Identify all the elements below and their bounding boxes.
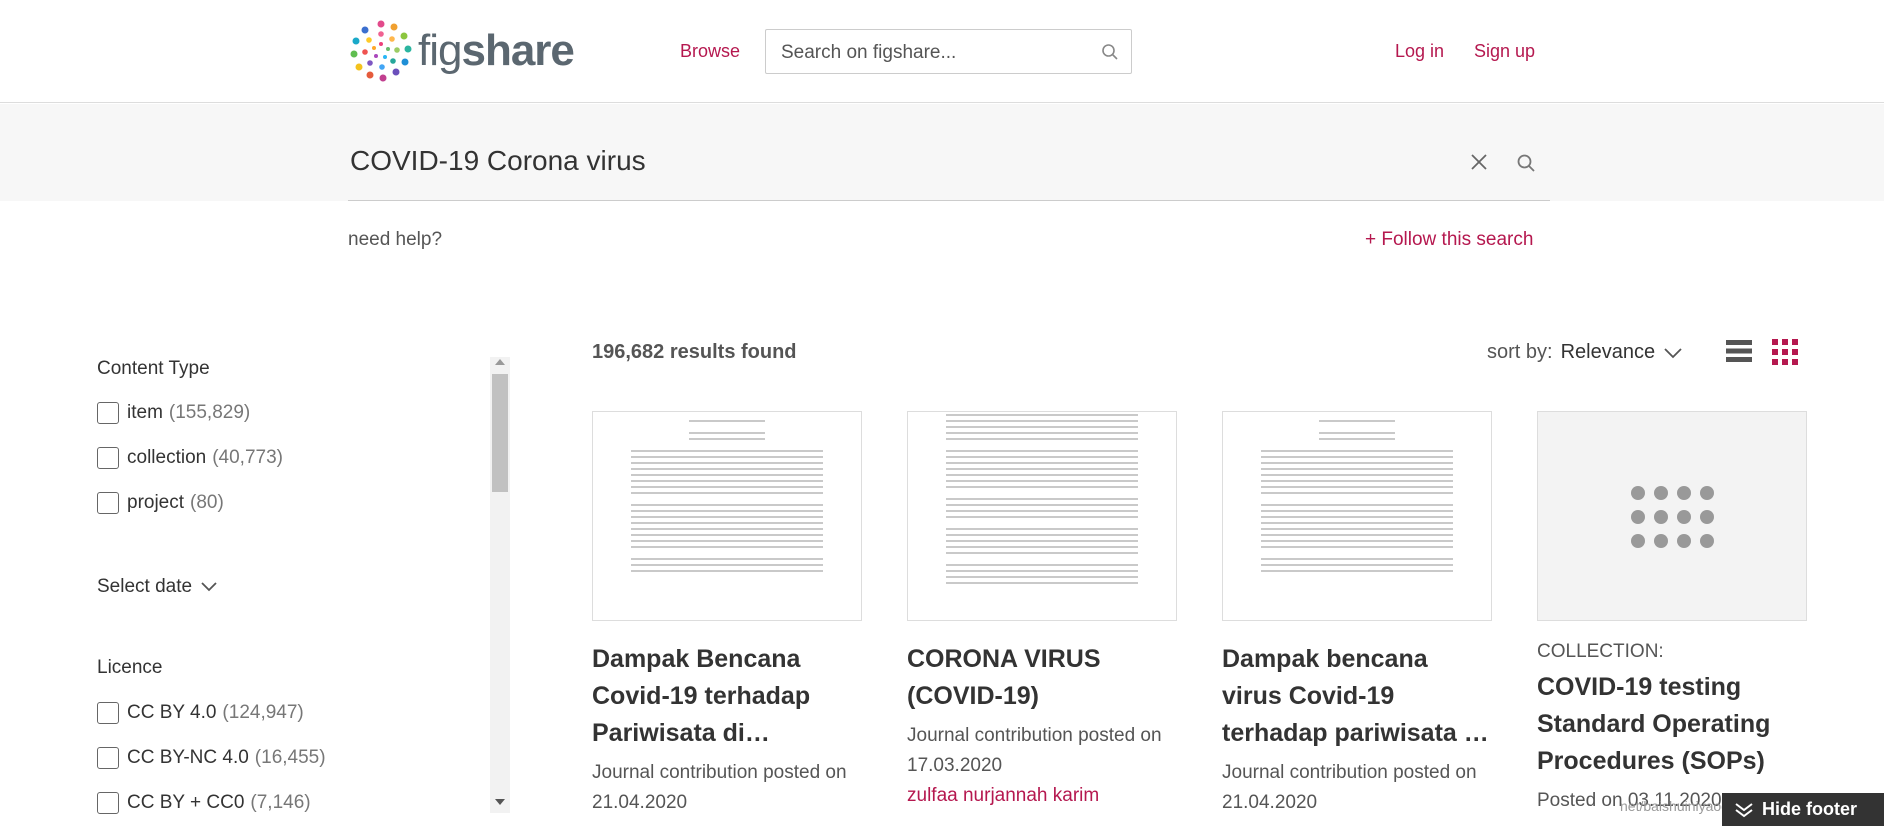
checkbox[interactable] <box>97 402 119 424</box>
result-card[interactable]: Dampak bencana virus Covid-19 terhadap p… <box>1222 411 1492 818</box>
results-count: 196,682 results found <box>592 341 797 363</box>
card-thumbnail[interactable] <box>1222 411 1492 621</box>
figshare-logo-icon <box>350 20 412 82</box>
checkbox[interactable] <box>97 702 119 724</box>
card-type-label: COLLECTION: <box>1537 641 1664 662</box>
collection-icon <box>1631 486 1714 548</box>
search-underline <box>348 200 1550 201</box>
checkbox[interactable] <box>97 747 119 769</box>
filter-cc-by-nc-4[interactable]: CC BY-NC 4.0 (16,455) <box>97 746 326 770</box>
scroll-up-arrow-icon[interactable] <box>495 359 505 365</box>
search-query-input[interactable]: COVID-19 Corona virus <box>350 145 646 177</box>
select-date-label: Select date <box>97 576 193 597</box>
browse-link[interactable]: Browse <box>680 41 740 62</box>
scrollbar-thumb[interactable] <box>492 374 508 492</box>
checkbox[interactable] <box>97 492 119 514</box>
checkbox[interactable] <box>97 792 119 814</box>
top-header: figshare Browse Search on figshare... Lo… <box>0 0 1884 103</box>
figshare-logo[interactable]: figshare <box>348 18 575 84</box>
search-placeholder: Search on figshare... <box>781 42 957 63</box>
double-chevron-down-icon <box>1735 802 1753 817</box>
sort-value: Relevance <box>1560 341 1656 363</box>
clear-icon[interactable] <box>1470 153 1488 176</box>
card-thumbnail[interactable] <box>592 411 862 621</box>
document-preview <box>1261 420 1453 620</box>
login-link[interactable]: Log in <box>1395 41 1444 62</box>
licence-title: Licence <box>97 657 163 678</box>
card-meta: Journal contribution posted on 21.04.202… <box>592 762 847 813</box>
hide-footer-label: Hide footer <box>1762 799 1858 819</box>
document-preview <box>631 420 823 620</box>
card-thumbnail[interactable] <box>907 411 1177 621</box>
document-preview <box>946 414 1138 620</box>
filter-cc-by-4[interactable]: CC BY 4.0 (124,947) <box>97 701 304 725</box>
header-search-input[interactable]: Search on figshare... <box>765 29 1132 74</box>
card-title[interactable]: Dampak bencana virus Covid-19 terhadap p… <box>1222 641 1492 752</box>
card-author-link[interactable]: zulfaa nurjannah karim <box>907 781 1177 811</box>
filter-count: (124,947) <box>222 702 304 723</box>
card-meta: Journal contribution posted on 21.04.202… <box>1222 762 1477 813</box>
result-card[interactable]: Dampak Bencana Covid-19 terhadap Pariwis… <box>592 411 862 818</box>
sort-label: sort by: <box>1487 341 1553 363</box>
scroll-down-arrow-icon[interactable] <box>495 799 505 805</box>
signup-link[interactable]: Sign up <box>1474 41 1535 62</box>
filter-label: project <box>127 492 185 513</box>
logo-wordmark: figshare <box>418 26 575 76</box>
card-title[interactable]: COVID-19 testing Standard Operating Proc… <box>1537 669 1807 780</box>
select-date-dropdown[interactable]: Select date <box>97 576 218 598</box>
card-thumbnail[interactable] <box>1537 411 1807 621</box>
card-meta: Journal contribution posted on 17.03.202… <box>907 725 1162 776</box>
filter-label: CC BY + CC0 <box>127 792 245 813</box>
checkbox[interactable] <box>97 447 119 469</box>
filter-count: (155,829) <box>168 402 251 423</box>
search-icon[interactable] <box>1101 43 1119 66</box>
sort-dropdown[interactable]: sort by: Relevance <box>1487 341 1683 364</box>
filter-count: (7,146) <box>250 792 311 813</box>
filter-count: (16,455) <box>254 747 326 768</box>
filter-label: item <box>127 402 163 423</box>
search-band <box>0 104 1884 201</box>
list-view-icon[interactable] <box>1726 339 1752 368</box>
filter-label: CC BY-NC 4.0 <box>127 747 249 768</box>
filter-item[interactable]: item (155,829) <box>97 401 250 425</box>
help-link[interactable]: need help? <box>348 229 442 251</box>
result-card[interactable]: CORONA VIRUS (COVID-19) Journal contribu… <box>907 411 1177 811</box>
content-type-title: Content Type <box>97 358 210 379</box>
card-title[interactable]: Dampak Bencana Covid-19 terhadap Pariwis… <box>592 641 862 752</box>
filter-cc-by-cc0[interactable]: CC BY + CC0 (7,146) <box>97 791 311 815</box>
card-title[interactable]: CORONA VIRUS (COVID-19) <box>907 641 1177 715</box>
filter-count: (40,773) <box>212 447 283 468</box>
chevron-down-icon <box>201 582 217 592</box>
result-card[interactable]: COLLECTION: COVID-19 testing Standard Op… <box>1537 411 1807 816</box>
filter-label: collection <box>127 447 207 468</box>
filter-project[interactable]: project (80) <box>97 491 224 515</box>
filter-collection[interactable]: collection (40,773) <box>97 446 283 470</box>
search-icon[interactable] <box>1516 153 1536 178</box>
logo-text-share: share <box>461 26 574 75</box>
grid-view-icon[interactable] <box>1772 339 1798 370</box>
logo-text-fig: fig <box>418 26 462 75</box>
follow-search-link[interactable]: + Follow this search <box>1365 229 1533 251</box>
hide-footer-button[interactable]: Hide footer <box>1722 793 1884 826</box>
chevron-down-icon <box>1664 347 1682 358</box>
filter-label: CC BY 4.0 <box>127 702 217 723</box>
filter-count: (80) <box>190 492 224 513</box>
